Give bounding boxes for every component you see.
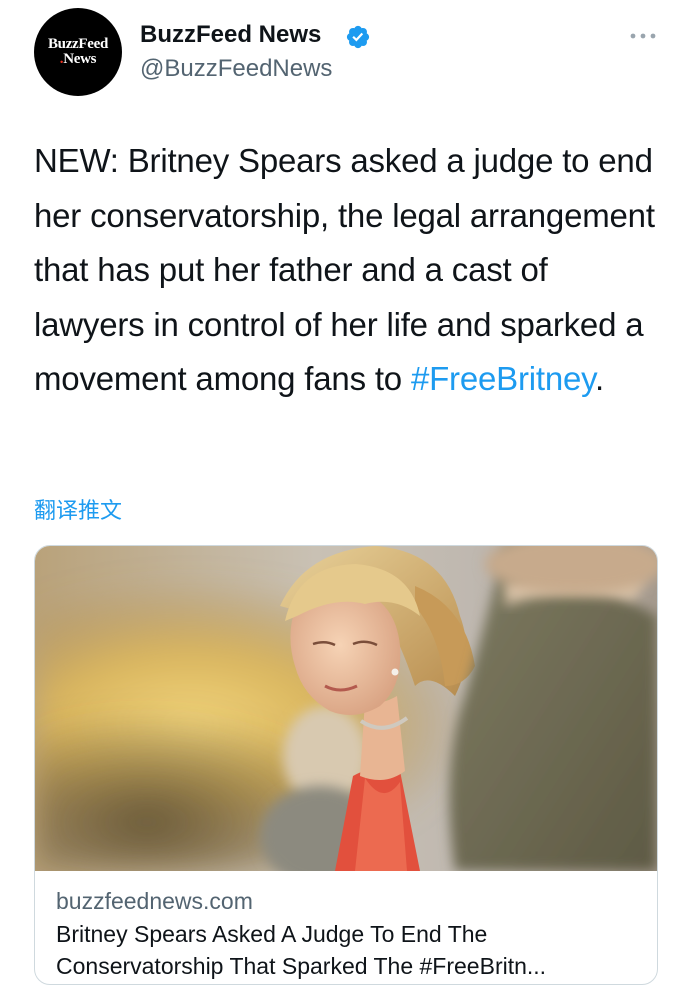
- author-display-name[interactable]: BuzzFeed News: [140, 20, 321, 50]
- link-preview-title: Britney Spears Asked A Judge To End The …: [56, 918, 646, 982]
- tweet-header: BuzzFeed .News BuzzFeed News @BuzzFeedNe…: [34, 8, 660, 100]
- tweet-text-body: NEW: Britney Spears asked a judge to end…: [34, 142, 655, 397]
- link-preview-domain: buzzfeednews.com: [56, 888, 253, 914]
- link-preview-title-line1: Britney Spears Asked A Judge To End The: [56, 921, 488, 947]
- link-preview-card[interactable]: buzzfeednews.com Britney Spears Asked A …: [34, 545, 658, 985]
- link-preview-title-line2: Conservatorship That Sparked The #FreeBr…: [56, 953, 547, 979]
- verified-badge-icon: [346, 25, 370, 49]
- tweet-text-end: .: [595, 360, 604, 397]
- britney-photo-illustration: [35, 546, 657, 871]
- translate-tweet-link[interactable]: 翻译推文: [34, 496, 122, 526]
- author-handle[interactable]: @BuzzFeedNews: [140, 54, 332, 84]
- link-preview-image[interactable]: [35, 546, 657, 871]
- hashtag-link[interactable]: #FreeBritney: [411, 360, 595, 397]
- tweet-text: NEW: Britney Spears asked a judge to end…: [34, 134, 664, 407]
- author-avatar[interactable]: BuzzFeed .News: [34, 8, 122, 96]
- avatar-logo-line1: BuzzFeed: [47, 36, 109, 52]
- avatar-logo-news: News: [63, 51, 97, 67]
- avatar-logo-line2: .News: [34, 51, 122, 67]
- more-dots-icon[interactable]: [628, 26, 658, 46]
